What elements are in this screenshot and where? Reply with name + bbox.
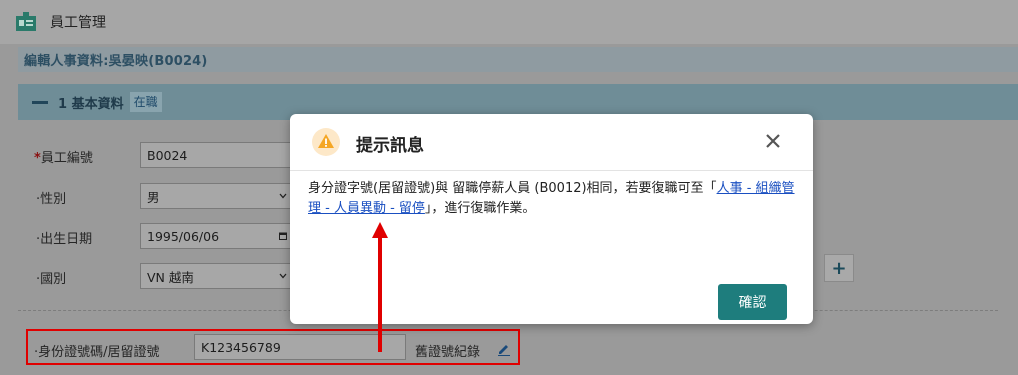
collapse-icon[interactable] [32,100,48,104]
add-button[interactable]: + [824,254,854,282]
gender-label: ·性別 [36,192,67,207]
app-title: 員工管理 [50,15,106,31]
required-star-icon: * [34,151,41,166]
dialog-message: 身分證字號(居留證號)與 留職停薪人員 (B0012)相同，若要復職可至「人事 … [308,181,795,216]
nationality-label: ·國別 [36,272,67,287]
gender-select[interactable]: 男 [140,183,300,209]
employee-card-icon [16,12,36,31]
nationality-select[interactable]: VN 越南 [140,263,300,289]
employee-id-label: *員工編號 [34,151,93,166]
close-icon[interactable] [765,133,781,149]
section-title: 1 基本資料 [58,96,124,112]
chevron-down-icon [279,273,287,279]
birth-date-input[interactable]: 1995/06/06 [140,223,300,249]
dialog-header: 提示訊息 [290,114,813,171]
employee-id-input[interactable]: B0024 [140,142,300,168]
id-row-highlight-box [26,329,520,365]
warning-icon [312,128,340,156]
status-badge: 在職 [129,92,162,112]
page-title: 編輯人事資料:吳晏映(B0024) [24,54,208,69]
confirm-button[interactable]: 確認 [718,284,787,320]
dialog-title: 提示訊息 [356,136,424,156]
alert-dialog: 提示訊息 身分證字號(居留證號)與 留職停薪人員 (B0012)相同，若要復職可… [290,114,813,324]
chevron-down-icon [279,193,287,199]
breadcrumb: 編輯人事資料:吳晏映(B0024) [18,47,1018,72]
birth-date-label: ·出生日期 [36,232,93,247]
annotation-arrow-icon [372,222,388,352]
app-header: 員工管理 [0,0,1018,44]
calendar-icon[interactable] [279,232,287,240]
